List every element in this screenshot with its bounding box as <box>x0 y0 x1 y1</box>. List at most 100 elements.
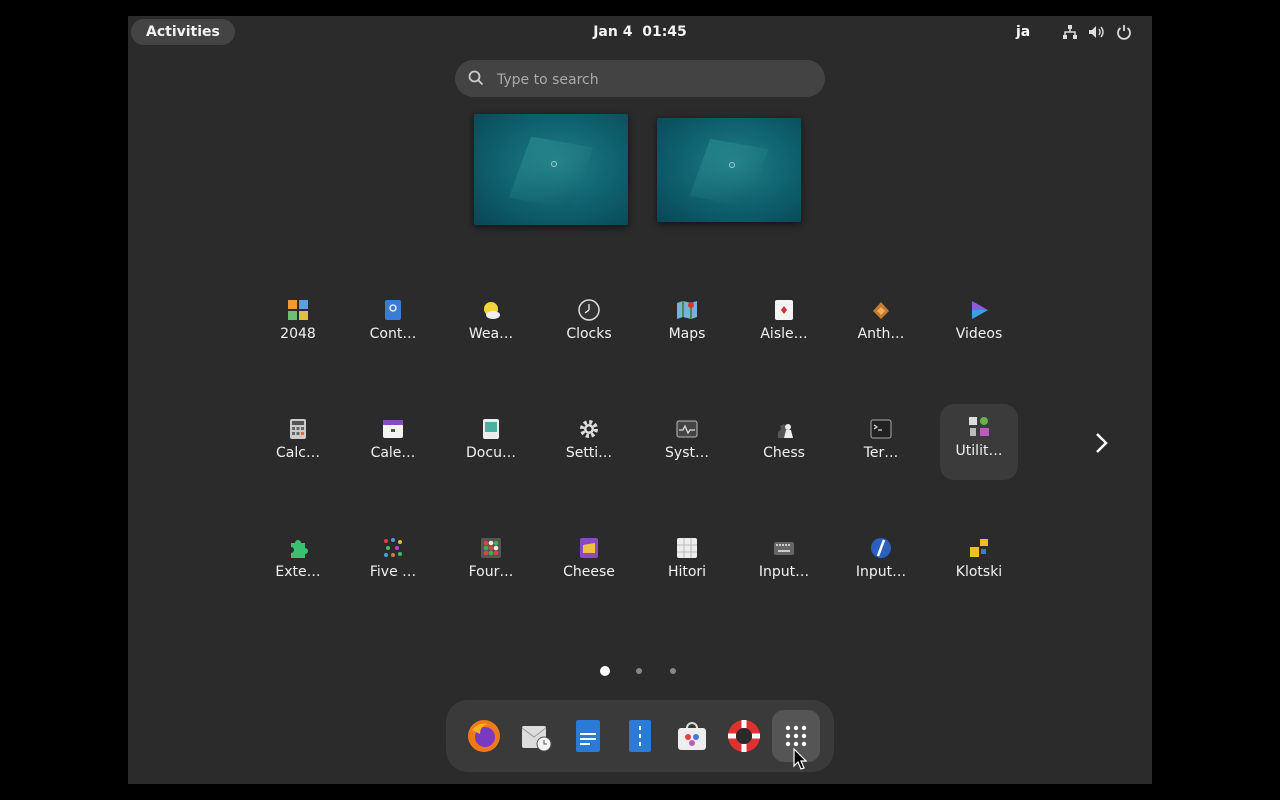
writer-icon[interactable] <box>570 718 606 754</box>
search-box[interactable] <box>455 60 825 99</box>
app-label: Four… <box>468 564 514 580</box>
app-anthy[interactable]: Anth… <box>842 287 920 363</box>
app-weather[interactable]: Wea… <box>452 287 530 363</box>
calculator-icon <box>290 419 306 439</box>
app-label: Utilit… <box>955 443 1003 459</box>
app-klotski[interactable]: Klotski <box>940 525 1018 601</box>
system-monitor-icon <box>676 420 698 438</box>
settings-icon <box>580 420 598 438</box>
system-tray[interactable] <box>1062 24 1132 40</box>
search-icon <box>468 70 484 86</box>
app-input-method[interactable]: Input… <box>745 525 823 601</box>
app-chess[interactable]: Chess <box>745 406 823 482</box>
app-label: Ter… <box>863 445 899 461</box>
app-settings[interactable]: Setti… <box>550 406 628 482</box>
app-label: Clocks <box>566 326 612 342</box>
klotski-icon <box>970 539 988 557</box>
power-icon <box>1117 25 1131 40</box>
search-input[interactable] <box>495 60 809 99</box>
app-label: Cale… <box>370 445 416 461</box>
extensions-icon <box>291 540 308 558</box>
game-2048-icon <box>288 300 308 320</box>
app-label: Hitori <box>667 564 707 580</box>
chess-icon <box>778 424 793 438</box>
document-viewer-icon <box>483 419 499 439</box>
help-icon[interactable] <box>726 718 762 754</box>
workspace-thumbnail-1[interactable] <box>474 114 628 225</box>
firefox-icon[interactable] <box>466 718 502 754</box>
app-label: Cheese <box>563 564 615 580</box>
anthy-icon <box>873 302 889 319</box>
app-label: Input… <box>855 564 907 580</box>
hitori-icon <box>677 538 697 558</box>
app-label: Syst… <box>665 445 709 461</box>
app-document-viewer[interactable]: Docu… <box>452 406 530 482</box>
input-method-indicator[interactable]: ja <box>1016 16 1030 48</box>
workspace-thumbnail-2[interactable] <box>657 118 801 222</box>
network-icon <box>1063 25 1077 39</box>
app-label: Docu… <box>466 445 516 461</box>
files-icon[interactable] <box>622 718 658 754</box>
app-cheese[interactable]: Cheese <box>550 525 628 601</box>
app-label: Calc… <box>276 445 320 461</box>
mouse-cursor-icon <box>793 748 807 770</box>
evolution-mail-icon[interactable] <box>518 718 554 754</box>
show-apps-icon <box>785 725 807 747</box>
app-extensions[interactable]: Exte… <box>259 525 337 601</box>
input-method-panel-icon <box>871 538 891 558</box>
app-videos[interactable]: Videos <box>940 287 1018 363</box>
calendar-icon <box>383 420 403 438</box>
app-label: Anth… <box>857 326 905 342</box>
app-maps[interactable]: Maps <box>648 287 726 363</box>
app-label: 2048 <box>280 326 316 342</box>
videos-icon <box>972 301 988 319</box>
dash <box>446 700 834 772</box>
app-label: Exte… <box>275 564 321 580</box>
app-label: Klotski <box>955 564 1003 580</box>
app-input-method-panel[interactable]: Input… <box>842 525 920 601</box>
aisleriot-icon <box>775 300 793 320</box>
clocks-icon <box>578 299 600 321</box>
activities-button[interactable]: Activities <box>131 19 235 45</box>
app-label: Chess <box>763 445 805 461</box>
app-aisleriot[interactable]: Aisle… <box>745 287 823 363</box>
page-dot-1[interactable] <box>600 666 610 676</box>
app-label: Five … <box>369 564 417 580</box>
five-or-more-icon <box>384 538 402 557</box>
date-time-button[interactable]: Jan 4 01:45 <box>593 24 687 40</box>
desktop-overview: Activities Jan 4 01:45 ja Type to search… <box>128 16 1152 784</box>
app-five-or-more[interactable]: Five … <box>354 525 432 601</box>
app-label: Videos <box>955 326 1003 342</box>
contacts-icon <box>385 300 401 320</box>
app-contacts[interactable]: Cont… <box>354 287 432 363</box>
app-clocks[interactable]: Clocks <box>550 287 628 363</box>
app-label: Setti… <box>565 445 613 461</box>
volume-icon <box>1089 26 1104 38</box>
weather-icon <box>484 302 500 319</box>
cheese-icon <box>580 538 598 558</box>
app-label: Wea… <box>468 326 514 342</box>
page-dot-3[interactable] <box>670 668 676 674</box>
app-hitori[interactable]: Hitori <box>648 525 726 601</box>
page-dot-2[interactable] <box>636 668 642 674</box>
app-folder-utilities[interactable]: Utilit… <box>940 404 1018 480</box>
app-calendar[interactable]: Cale… <box>354 406 432 482</box>
app-label: Aisle… <box>760 326 808 342</box>
chevron-right-icon[interactable] <box>1092 431 1110 455</box>
maps-icon <box>677 301 697 319</box>
terminal-icon <box>870 419 892 439</box>
software-icon[interactable] <box>674 718 710 754</box>
app-label: Cont… <box>369 326 417 342</box>
app-four-in-a-row[interactable]: Four… <box>452 525 530 601</box>
utilities-folder-icon <box>969 417 989 436</box>
input-method-icon <box>774 542 794 555</box>
top-bar: Activities Jan 4 01:45 ja <box>128 16 1152 48</box>
app-label: Input… <box>758 564 810 580</box>
app-2048[interactable]: 2048 <box>259 287 337 363</box>
app-terminal[interactable]: Ter… <box>842 406 920 482</box>
app-label: Maps <box>668 326 706 342</box>
four-in-a-row-icon <box>481 538 501 558</box>
app-calculator[interactable]: Calc… <box>259 406 337 482</box>
app-system-monitor[interactable]: Syst… <box>648 406 726 482</box>
clock-area: Jan 4 01:45 <box>128 16 1152 48</box>
